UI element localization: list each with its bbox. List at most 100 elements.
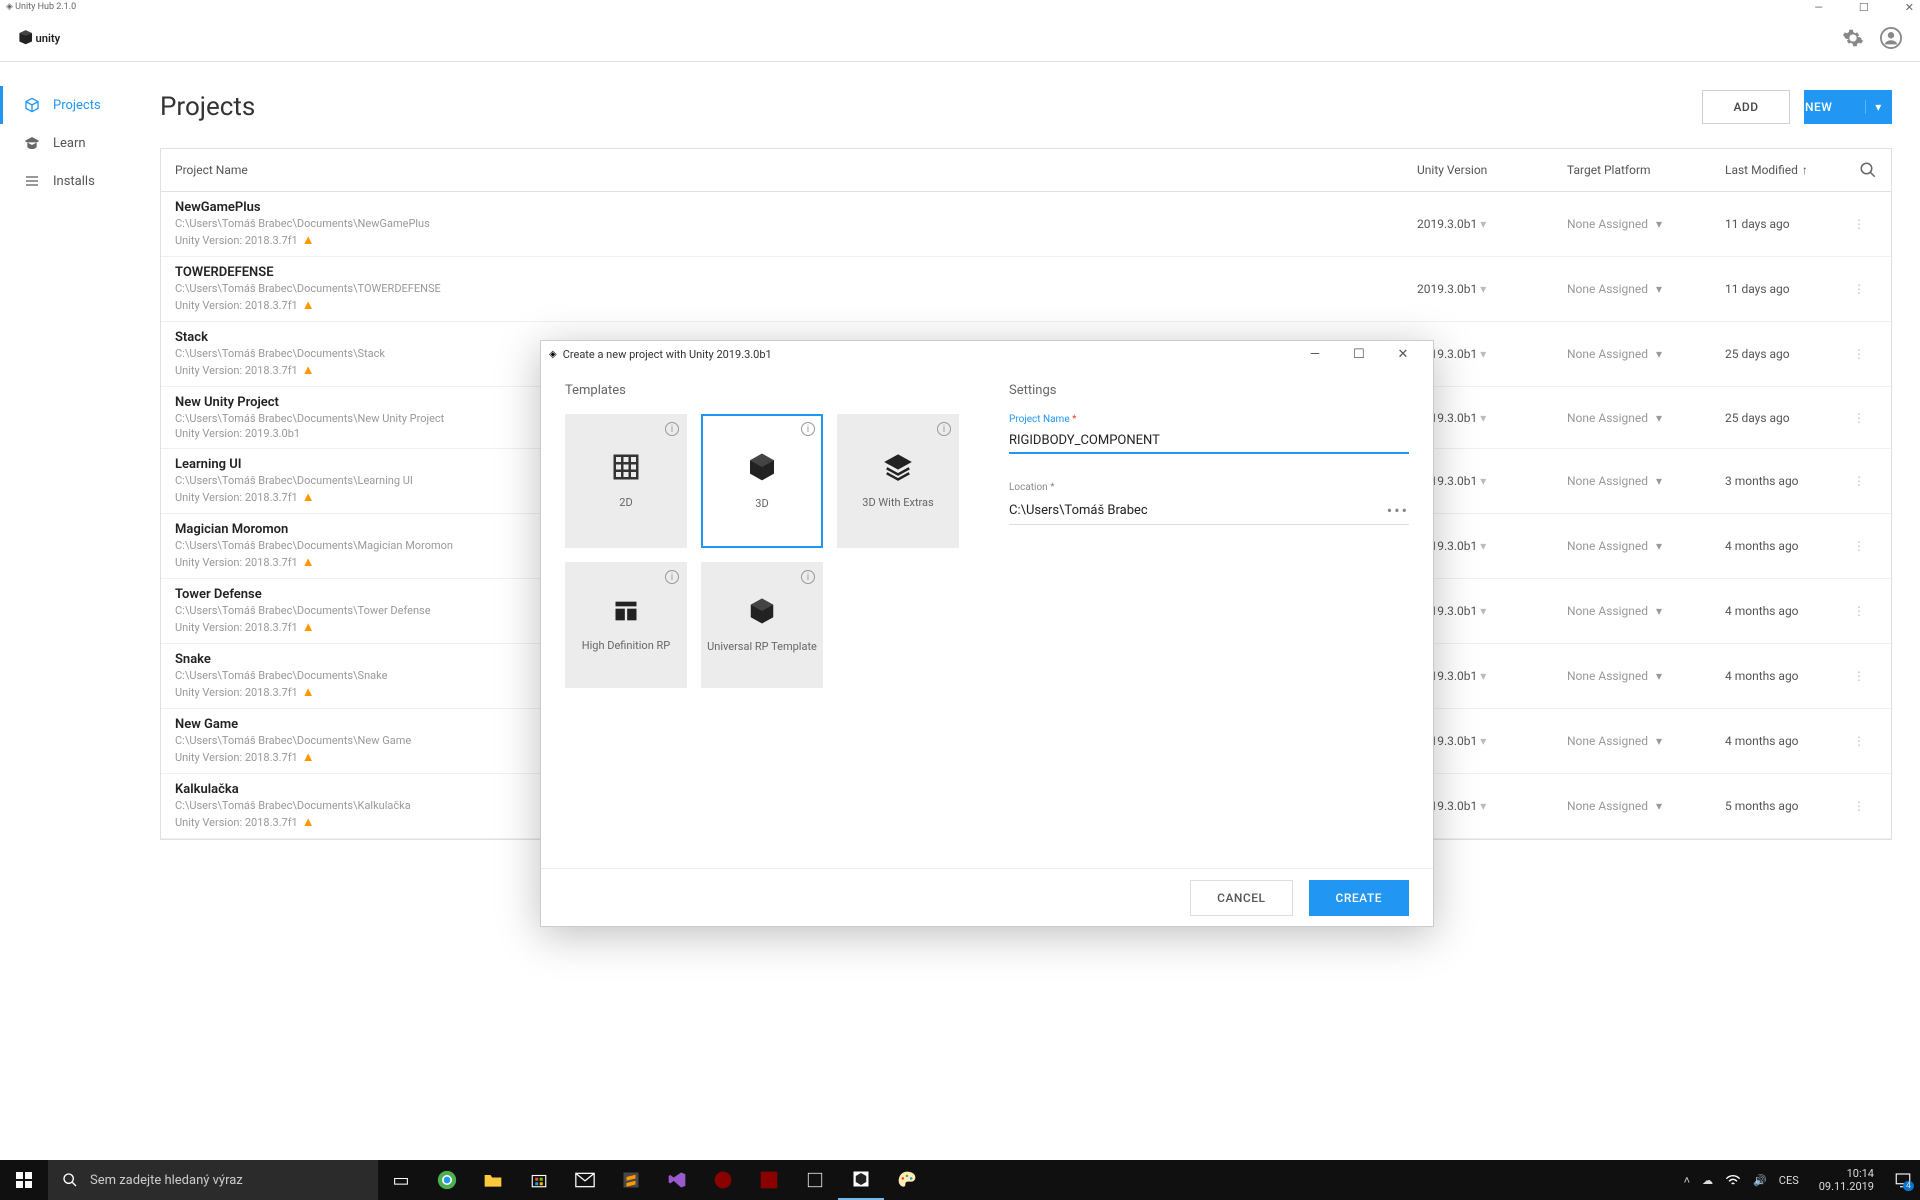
tray-chevron-up-icon[interactable]: ˄ (1684, 1174, 1690, 1187)
window-chrome: ◈ Unity Hub 2.1.0 — ☐ ✕ (0, 0, 1920, 14)
start-button[interactable] (0, 1172, 48, 1188)
row-menu-button[interactable]: ⋮ (1841, 217, 1877, 231)
new-project-modal: ◈ Create a new project with Unity 2019.3… (540, 340, 1434, 927)
unity-hub-icon[interactable] (838, 1160, 884, 1200)
sidebar-item-installs[interactable]: Installs (0, 162, 160, 200)
window-minimize-button[interactable]: — (1814, 1, 1823, 14)
table-row[interactable]: TOWERDEFENSE C:\Users\Tomáš Brabec\Docum… (161, 257, 1891, 322)
chrome-icon[interactable] (424, 1160, 470, 1200)
template-tile-universal-rp-template[interactable]: i Universal RP Template (701, 562, 823, 688)
template-icon (612, 597, 640, 625)
unity-version-select[interactable]: 2019.3.0b1 ▾ (1417, 669, 1567, 683)
sublime-icon[interactable] (608, 1160, 654, 1200)
last-modified: 4 months ago (1725, 539, 1841, 553)
modal-minimize-button[interactable]: — (1293, 341, 1337, 367)
template-tile-2d[interactable]: i 2D (565, 414, 687, 548)
info-icon[interactable]: i (665, 570, 679, 584)
chevron-down-icon[interactable]: ▾ (1865, 100, 1891, 114)
account-icon[interactable] (1880, 27, 1902, 49)
target-platform-select[interactable]: None Assigned ▾ (1567, 282, 1725, 296)
target-platform-select[interactable]: None Assigned ▾ (1567, 474, 1725, 488)
app-icon[interactable] (700, 1160, 746, 1200)
location-field: Location * C:\Users\Tomáš Brabec ••• (1009, 482, 1409, 525)
template-tile-3d-with-extras[interactable]: i 3D With Extras (837, 414, 959, 548)
template-label: High Definition RP (582, 639, 670, 653)
unity-version-select[interactable]: 2019.3.0b1 ▾ (1417, 474, 1567, 488)
app-icon[interactable] (792, 1160, 838, 1200)
unity-version-select[interactable]: 2019.3.0b1 ▾ (1417, 411, 1567, 425)
search-icon[interactable] (1859, 161, 1877, 179)
paint-icon[interactable] (884, 1160, 930, 1200)
info-icon[interactable]: i (937, 422, 951, 436)
template-label: 3D With Extras (862, 496, 933, 510)
tray-language[interactable]: CES (1779, 1174, 1799, 1187)
window-maximize-button[interactable]: ☐ (1859, 1, 1869, 14)
row-menu-button[interactable]: ⋮ (1841, 604, 1877, 618)
target-platform-select[interactable]: None Assigned ▾ (1567, 669, 1725, 683)
col-unity-version[interactable]: Unity Version (1417, 163, 1567, 177)
row-menu-button[interactable]: ⋮ (1841, 539, 1877, 553)
info-icon[interactable]: i (801, 570, 815, 584)
warning-icon: ▲ (302, 232, 315, 248)
target-platform-select[interactable]: None Assigned ▾ (1567, 217, 1725, 231)
settings-icon[interactable] (1842, 27, 1864, 49)
window-close-button[interactable]: ✕ (1905, 1, 1914, 14)
visual-studio-icon[interactable] (654, 1160, 700, 1200)
target-platform-select[interactable]: None Assigned ▾ (1567, 799, 1725, 813)
col-project-name[interactable]: Project Name (175, 163, 1417, 177)
row-menu-button[interactable]: ⋮ (1841, 734, 1877, 748)
target-platform-select[interactable]: None Assigned ▾ (1567, 539, 1725, 553)
tray-cloud-icon[interactable]: ☁ (1702, 1174, 1713, 1187)
row-menu-button[interactable]: ⋮ (1841, 282, 1877, 296)
unity-version-select[interactable]: 2019.3.0b1 ▾ (1417, 217, 1567, 231)
unity-version-select[interactable]: 2019.3.0b1 ▾ (1417, 799, 1567, 813)
sidebar-item-projects[interactable]: Projects (0, 86, 160, 124)
target-platform-select[interactable]: None Assigned ▾ (1567, 411, 1725, 425)
arrow-up-icon: ↑ (1802, 163, 1808, 177)
chevron-down-icon: ▾ (1480, 799, 1486, 813)
unity-version-select[interactable]: 2019.3.0b1 ▾ (1417, 734, 1567, 748)
row-menu-button[interactable]: ⋮ (1841, 474, 1877, 488)
task-view-icon[interactable]: ▭ (378, 1160, 424, 1200)
tray-wifi-icon[interactable] (1725, 1174, 1741, 1186)
taskbar-clock[interactable]: 10:14 09.11.2019 (1811, 1167, 1882, 1193)
target-platform-select[interactable]: None Assigned ▾ (1567, 604, 1725, 618)
row-menu-button[interactable]: ⋮ (1841, 669, 1877, 683)
windows-taskbar: Sem zadejte hledaný výraz ▭ ˄ ☁ 🔊 CES 10… (0, 1160, 1920, 1200)
unity-version-select[interactable]: 2019.3.0b1 ▾ (1417, 539, 1567, 553)
template-tile-high-definition-rp[interactable]: i High Definition RP (565, 562, 687, 688)
table-row[interactable]: NewGamePlus C:\Users\Tomáš Brabec\Docume… (161, 192, 1891, 257)
cancel-button[interactable]: CANCEL (1190, 880, 1292, 916)
app-icon[interactable] (746, 1160, 792, 1200)
taskbar-search[interactable]: Sem zadejte hledaný výraz (48, 1160, 378, 1200)
row-menu-button[interactable]: ⋮ (1841, 799, 1877, 813)
sidebar-item-learn[interactable]: Learn (0, 124, 160, 162)
col-target-platform[interactable]: Target Platform (1567, 163, 1725, 177)
add-button[interactable]: ADD (1702, 90, 1790, 124)
template-label: 3D (755, 497, 768, 511)
row-menu-button[interactable]: ⋮ (1841, 347, 1877, 361)
tray-notifications-icon[interactable]: 4 (1894, 1171, 1912, 1189)
row-menu-button[interactable]: ⋮ (1841, 411, 1877, 425)
unity-version-select[interactable]: 2019.3.0b1 ▾ (1417, 604, 1567, 618)
target-platform-select[interactable]: None Assigned ▾ (1567, 347, 1725, 361)
location-browse-button[interactable]: ••• (1387, 501, 1409, 520)
info-icon[interactable]: i (665, 422, 679, 436)
target-platform-select[interactable]: None Assigned ▾ (1567, 734, 1725, 748)
modal-close-button[interactable]: ✕ (1381, 341, 1425, 367)
mail-icon[interactable] (562, 1160, 608, 1200)
modal-maximize-button[interactable]: ☐ (1337, 341, 1381, 367)
project-name-input[interactable] (1009, 429, 1409, 454)
search-icon (62, 1172, 78, 1188)
info-icon[interactable]: i (801, 422, 815, 436)
col-last-modified[interactable]: Last Modified ↑ (1725, 163, 1841, 177)
tray-volume-icon[interactable]: 🔊 (1753, 1174, 1767, 1187)
microsoft-store-icon[interactable] (516, 1160, 562, 1200)
unity-version-select[interactable]: 2019.3.0b1 ▾ (1417, 282, 1567, 296)
create-button[interactable]: CREATE (1309, 880, 1409, 916)
file-explorer-icon[interactable] (470, 1160, 516, 1200)
template-tile-3d[interactable]: i 3D (701, 414, 823, 548)
unity-version-select[interactable]: 2019.3.0b1 ▾ (1417, 347, 1567, 361)
chevron-down-icon: ▾ (1656, 799, 1662, 813)
new-button[interactable]: NEW ▾ (1804, 90, 1892, 124)
